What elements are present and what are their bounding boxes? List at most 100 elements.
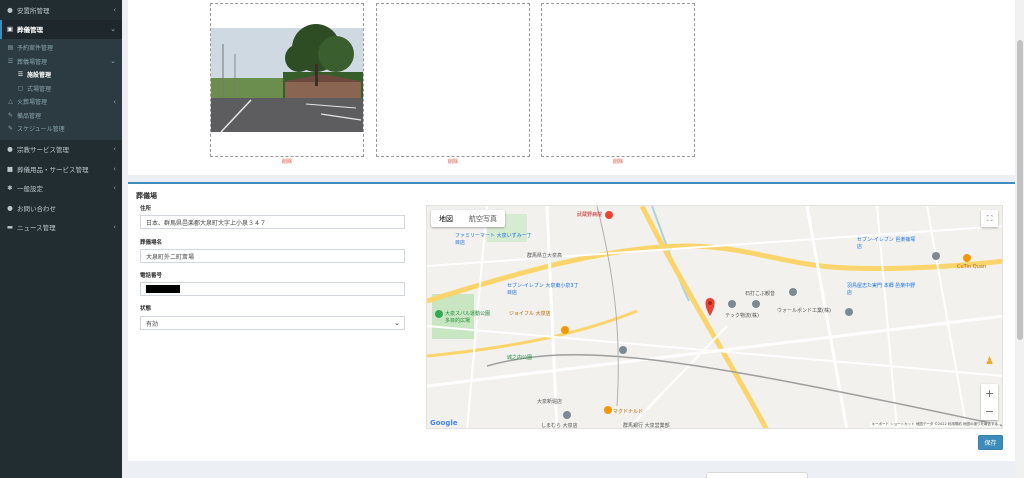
sidebar-subsub-facility[interactable]: ☰ 施設管理	[0, 68, 122, 82]
chevron-left-icon: ‹	[113, 164, 116, 173]
sidebar-sub-schedule[interactable]: ✎ スケジュール管理	[0, 122, 122, 136]
file-icon: ▢	[17, 84, 24, 92]
sidebar-item-shelter[interactable]: ● 安置所管理 ‹	[0, 0, 122, 20]
info-icon: ●	[7, 203, 13, 212]
sidebar-item-label: 安置所管理	[17, 6, 50, 15]
map[interactable]: 武蔵野病院 ファミリーマート 大泉いずみ一丁目店 群馬県立大泉高 セブン-イレブ…	[426, 205, 1003, 429]
photo-slot-2[interactable]	[376, 3, 530, 157]
name-label: 葬儀場名	[140, 240, 163, 246]
map-label: 群馬県立大泉高	[527, 253, 563, 259]
chevron-down-icon: ⌄	[110, 25, 116, 34]
sidebar-item-supplies[interactable]: ■ 葬儀用品・サービス管理 ‹	[0, 159, 122, 179]
sidebar-item-contact[interactable]: ● お問い合わせ	[0, 198, 122, 218]
photo-delete-2[interactable]: 削除	[376, 158, 530, 165]
sidebar-item-label: ニュース管理	[17, 224, 56, 233]
status-select[interactable]: 有効 ⌄	[140, 316, 405, 330]
sidebar-sub-equipment[interactable]: ✎ 備品管理	[0, 109, 122, 123]
facility-info-panel: 葬儀場 住所 日本、群馬県邑楽郡大泉町大字上小泉３４７ 葬儀場名 大泉町外二町斎…	[128, 182, 1015, 461]
sidebar: ● 安置所管理 ‹ ▣ 葬儀管理 ⌄ ▤ 予約案件管理 ☰ 葬儀場管理 ⌄ ☰ …	[0, 0, 122, 478]
sidebar-sub-label: 葬儀場管理	[17, 58, 48, 66]
map-label: テック物流(株)	[725, 313, 759, 319]
photo-delete-3[interactable]: 削除	[541, 158, 695, 165]
sidebar-item-news[interactable]: ▬ ニュース管理 ‹	[0, 218, 122, 238]
map-type-tabs: 地図 航空写真	[431, 210, 505, 227]
map-label: 大泉スバル運動公園 多目的広場	[445, 311, 491, 324]
gear-icon: ✱	[7, 184, 13, 193]
map-zoom-control: + −	[981, 384, 998, 420]
map-label: しまむら 大泉店	[541, 423, 578, 429]
map-label: 城之内公園	[507, 355, 533, 361]
sidebar-sub-reservation[interactable]: ▤ 予約案件管理	[0, 41, 122, 55]
chevron-left-icon: ‹	[113, 145, 116, 154]
map-label: ジョイフル 大泉店	[509, 311, 551, 317]
page-scrollbar[interactable]	[1016, 0, 1024, 478]
address-label: 住所	[140, 206, 152, 212]
chevron-left-icon: ‹	[113, 184, 116, 193]
home-icon: ●	[7, 5, 13, 14]
fire-icon: △	[8, 98, 13, 106]
photo-panel: 削除 削除 削除	[128, 0, 1015, 175]
bottom-tab[interactable]	[706, 472, 808, 478]
facility-photo	[211, 24, 365, 133]
box-icon: ■	[6, 164, 14, 173]
calendar-icon: ▤	[7, 44, 14, 52]
map-label: ファミリーマート 大泉いずみ一丁目店	[455, 233, 532, 246]
edit-icon: ✎	[7, 111, 14, 119]
map-label: 大泉新堀店	[537, 399, 563, 405]
list-icon: ☰	[7, 57, 14, 65]
list-icon: ☰	[17, 71, 24, 79]
map-tab-road[interactable]: 地図	[431, 210, 461, 227]
funeral-submenu: ▤ 予約案件管理 ☰ 葬儀場管理 ⌄ ☰ 施設管理 ▢ 式場管理 △ 火葬場管理…	[0, 39, 122, 140]
photo-slot-3[interactable]	[541, 3, 695, 157]
sidebar-sub-cremation[interactable]: △ 火葬場管理 ‹	[0, 95, 122, 109]
chevron-left-icon: ‹	[113, 223, 116, 232]
scroll-thumb[interactable]	[1017, 40, 1023, 340]
map-label: CuTin Quan	[957, 264, 987, 270]
map-label: セブン-イレブン 大泉東小泉3丁目店	[507, 283, 579, 296]
name-input[interactable]: 大泉町外二町斎場	[140, 249, 405, 263]
fullscreen-icon[interactable]: ⛶	[981, 210, 998, 227]
sidebar-item-religious[interactable]: ● 宗教サービス管理 ‹	[0, 140, 122, 160]
sidebar-item-label: 一般設定	[17, 185, 43, 194]
save-button[interactable]: 保存	[978, 435, 1003, 450]
circle-icon: ●	[7, 145, 13, 154]
map-label: マクドナルド	[613, 409, 644, 415]
chevron-left-icon: ‹	[113, 97, 116, 106]
chevron-left-icon: ‹	[113, 5, 116, 14]
map-label: セブン-イレブン 邑楽篠塚店	[857, 237, 916, 250]
phone-label: 電話番号	[140, 273, 163, 279]
address-input[interactable]: 日本、群馬県邑楽郡大泉町大字上小泉３４７	[140, 215, 405, 229]
status-label: 状態	[140, 306, 152, 312]
sidebar-item-label: 葬儀用品・サービス管理	[17, 165, 89, 174]
sidebar-item-label: 葬儀管理	[17, 26, 43, 35]
chevron-down-icon: ⌄	[110, 57, 116, 66]
redacted-phone	[146, 285, 180, 293]
chevron-down-icon: ⌄	[394, 319, 400, 327]
sidebar-sub-hall[interactable]: ☰ 葬儀場管理 ⌄	[0, 55, 122, 69]
phone-input[interactable]	[140, 282, 405, 296]
sidebar-sub-label: 式場管理	[27, 85, 52, 93]
sidebar-sub-label: 火葬場管理	[17, 99, 48, 107]
google-logo: Google	[430, 419, 458, 427]
sidebar-sub-label: スケジュール管理	[17, 126, 65, 134]
photo-slot-1[interactable]	[210, 3, 365, 157]
sidebar-sub-label: 備品管理	[17, 112, 42, 120]
map-label: 羽鳥屋志た実門 本郷 邑楽中野店	[847, 283, 916, 296]
dashboard-icon: ▣	[6, 25, 14, 34]
sidebar-item-funeral[interactable]: ▣ 葬儀管理 ⌄	[0, 19, 122, 39]
map-label: 石打こぶ観音	[745, 291, 776, 297]
zoom-in-button[interactable]: +	[981, 384, 998, 402]
sidebar-subsub-ceremony[interactable]: ▢ 式場管理	[0, 82, 122, 96]
edit-icon: ✎	[7, 125, 14, 133]
zoom-out-button[interactable]: −	[981, 402, 998, 420]
map-label: 群馬銀行 大泉営業部	[623, 423, 670, 429]
pegman-icon[interactable]: ♟	[984, 352, 995, 370]
map-attribution[interactable]: キーボード ショートカット 地図データ ©2022 利用規約 地図の誤りを報告す…	[869, 422, 1000, 427]
news-icon: ▬	[6, 223, 14, 232]
status-value: 有効	[146, 320, 159, 328]
photo-delete-1[interactable]: 削除	[210, 158, 364, 165]
box-title: 葬儀場	[136, 192, 157, 200]
sidebar-item-settings[interactable]: ✱ 一般設定 ‹	[0, 179, 122, 199]
map-label: ウォールポンド工業(株)	[777, 308, 831, 314]
map-tab-satellite[interactable]: 航空写真	[461, 210, 505, 227]
